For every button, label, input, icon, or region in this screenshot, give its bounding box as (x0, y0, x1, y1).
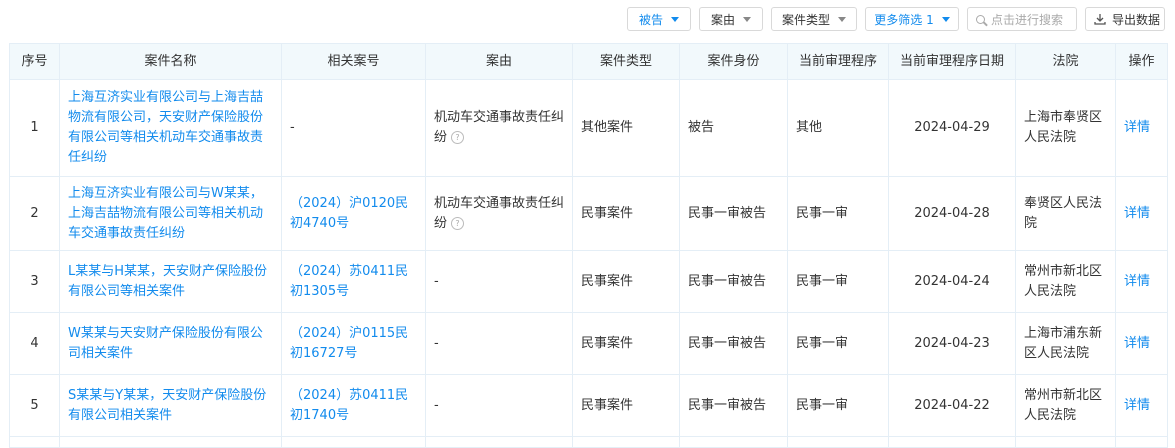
case-court: 上海市浦东新区人民法院 (1015, 312, 1116, 375)
case-table: 序号 案件名称 相关案号 案由 案件类型 案件身份 当前审理程序 当前审理程序日… (9, 43, 1168, 448)
role-filter-dropdown[interactable]: 被告 (627, 7, 691, 31)
header-cause: 案由 (425, 43, 573, 80)
type-filter-dropdown[interactable]: 案件类型 (771, 7, 857, 31)
case-name-link[interactable]: W某某与天安财产保险股份有限公司相关案件 (68, 326, 263, 361)
case-type: 民事案件 (572, 374, 680, 437)
case-name-link[interactable]: 上海互济实业有限公司与W某某，上海吉喆物流有限公司等相关机动车交通事故责任纠纷 (68, 186, 263, 241)
table-row: 2 上海互济实业有限公司与W某某，上海吉喆物流有限公司等相关机动车交通事故责任纠… (9, 176, 1168, 251)
case-stage: 其他 (787, 79, 889, 177)
detail-link[interactable]: 详情 (1124, 274, 1150, 289)
case-date: 2024-04-23 (888, 312, 1016, 375)
case-name-link[interactable]: 上海互济实业有限公司与上海吉喆物流有限公司，天安财产保险股份有限公司等相关机动车… (68, 90, 263, 165)
case-no: - (281, 79, 426, 177)
case-no-link[interactable]: （2024）沪0120民初4740号 (290, 196, 408, 231)
detail-link[interactable]: 详情 (1124, 336, 1150, 351)
table-row: 3 L某某与H某某，天安财产保险股份有限公司等相关案件 （2024）苏0411民… (9, 250, 1168, 313)
chevron-down-icon (838, 16, 847, 22)
case-court: 常州市新北区人民法院 (1015, 374, 1116, 437)
case-type: 民事案件 (572, 312, 680, 375)
case-date: 2024-04-22 (888, 374, 1016, 437)
table-row: 5 S某某与Y某某，天安财产保险股份有限公司相关案件 （2024）苏0411民初… (9, 374, 1168, 437)
case-stage: 民事一审 (787, 176, 889, 251)
search-placeholder: 点击进行搜索 (991, 12, 1064, 27)
header-court: 法院 (1015, 43, 1116, 80)
case-role: 民事一审被告 (679, 312, 788, 375)
chevron-down-icon (941, 16, 950, 22)
case-name-link[interactable]: S某某与Y某某，天安财产保险股份有限公司相关案件 (68, 388, 266, 423)
case-court: 常州市新北区人民法院 (1015, 250, 1116, 313)
case-type: 民事案件 (572, 176, 680, 251)
header-name: 案件名称 (59, 43, 282, 80)
detail-link[interactable]: 详情 (1124, 398, 1150, 413)
row-no: 3 (9, 250, 60, 313)
cause-filter-label: 案由 (710, 12, 735, 27)
header-no: 序号 (9, 43, 60, 80)
header-case-no: 相关案号 (281, 43, 426, 80)
header-type: 案件类型 (572, 43, 680, 80)
header-stage: 当前审理程序 (787, 43, 889, 80)
more-filter-dropdown[interactable]: 更多筛选 1 (865, 7, 959, 31)
row-no: 1 (9, 79, 60, 177)
detail-link[interactable]: 详情 (1124, 120, 1150, 135)
case-cause: - (425, 374, 573, 437)
more-filter-label: 更多筛选 1 (874, 12, 934, 27)
case-role: 被告 (679, 79, 788, 177)
download-icon (1094, 13, 1106, 25)
case-role: 民事一审被告 (679, 250, 788, 313)
export-button[interactable]: 导出数据 (1085, 7, 1165, 31)
case-cause: - (425, 312, 573, 375)
case-type: 民事案件 (572, 250, 680, 313)
case-name-link[interactable]: L某某与H某某，天安财产保险股份有限公司等相关案件 (68, 264, 267, 299)
chevron-down-icon (743, 16, 751, 22)
row-no: 4 (9, 312, 60, 375)
table-row: 1 上海互济实业有限公司与上海吉喆物流有限公司，天安财产保险股份有限公司等相关机… (9, 79, 1168, 177)
detail-link[interactable]: 详情 (1124, 206, 1150, 221)
case-no-link[interactable]: （2024）苏0411民初1740号 (290, 388, 408, 423)
table-header-row: 序号 案件名称 相关案号 案由 案件类型 案件身份 当前审理程序 当前审理程序日… (9, 43, 1168, 80)
header-date: 当前审理程序日期 (888, 43, 1016, 80)
role-filter-label: 被告 (638, 12, 663, 27)
row-no: 5 (9, 374, 60, 437)
chevron-down-icon (671, 16, 679, 22)
case-role: 民事一审被告 (679, 176, 788, 251)
help-icon[interactable]: ? (451, 131, 465, 144)
case-stage: 民事一审 (787, 250, 889, 313)
case-date: 2024-04-28 (888, 176, 1016, 251)
case-date: 2024-04-29 (888, 79, 1016, 177)
case-court: 奉贤区人民法院 (1015, 176, 1116, 251)
case-no-link[interactable]: （2024）苏0411民初1305号 (290, 264, 408, 299)
case-cause: - (425, 250, 573, 313)
row-no: 2 (9, 176, 60, 251)
table-row: 4 W某某与天安财产保险股份有限公司相关案件 （2024）沪0115民初1672… (9, 312, 1168, 375)
case-date: 2024-04-24 (888, 250, 1016, 313)
export-label: 导出数据 (1112, 12, 1161, 27)
case-role: 民事一审被告 (679, 374, 788, 437)
filter-toolbar: 被告 案由 案件类型 更多筛选 1 点击进行搜索 导出数据 (627, 6, 1165, 32)
case-no-link[interactable]: （2024）沪0115民初16727号 (290, 326, 408, 361)
help-icon[interactable]: ? (451, 216, 465, 230)
type-filter-label: 案件类型 (782, 12, 831, 27)
case-type: 其他案件 (572, 79, 680, 177)
case-stage: 民事一审 (787, 312, 889, 375)
search-input[interactable]: 点击进行搜索 (967, 7, 1077, 31)
search-icon (976, 14, 985, 24)
cause-filter-dropdown[interactable]: 案由 (699, 7, 763, 31)
header-action: 操作 (1115, 43, 1168, 80)
header-role: 案件身份 (679, 43, 788, 80)
case-court: 上海市奉贤区人民法院 (1015, 79, 1116, 177)
case-stage: 民事一审 (787, 374, 889, 437)
table-row-partial (9, 436, 1168, 448)
